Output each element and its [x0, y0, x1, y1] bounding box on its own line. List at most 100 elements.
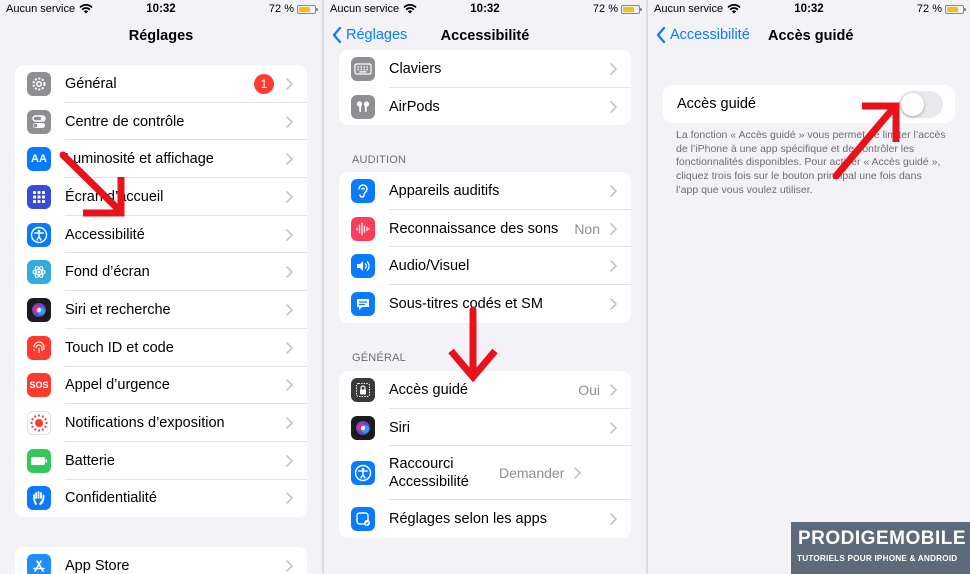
battery-status: 72 % — [916, 3, 966, 15]
chevron-right-icon — [286, 341, 293, 354]
appstore-icon — [27, 553, 51, 574]
prodigemobile-logo: PRODIGEMOBILE TUTORIELS POUR IPHONE & AN… — [791, 522, 970, 574]
battery-icon — [945, 4, 966, 14]
speaker-eye-icon — [351, 254, 375, 279]
row-label: Confidentialité — [65, 490, 157, 507]
row-label: Audio/Visuel — [389, 258, 470, 275]
airpods-icon — [351, 94, 375, 119]
battery-icon — [297, 4, 318, 14]
battery-percent: 72 % — [268, 3, 294, 15]
row-label: Fond d’écran — [65, 264, 150, 281]
chevron-left-icon — [656, 27, 666, 43]
settings-row-claviers[interactable]: Claviers — [339, 50, 631, 88]
accessibility-panel: Aucun service 10:32 72 % Réglages Access… — [324, 0, 646, 574]
chevron-right-icon — [286, 454, 293, 467]
chevron-right-icon — [286, 78, 293, 90]
settings-list-audition: Appareils auditifs Reconnaissance des son… — [339, 172, 631, 323]
chevron-right-icon — [574, 467, 582, 480]
nav-bar: Réglages Accessibilité — [324, 20, 646, 54]
row-value: Demander — [499, 465, 565, 482]
settings-list: Général 1 Centre de contrôle AA Luminosité e… — [15, 65, 307, 518]
settings-row-batterie[interactable]: Batterie — [15, 442, 307, 480]
section-header-audition: AUDITION — [352, 154, 407, 166]
row-label: Luminosité et affichage — [65, 151, 214, 168]
settings-row-audio-visuel[interactable]: Audio/Visuel — [339, 247, 631, 285]
settings-panel: Aucun service 10:32 72 % Réglages Généra… — [0, 0, 322, 574]
settings-row-fond-d-ecran[interactable]: Fond d’écran — [15, 253, 307, 291]
settings-row-accessibilite[interactable]: Accessibilité — [15, 216, 307, 254]
settings-row-reconnaissance-des-sons[interactable]: Reconnaissance des sons Non — [339, 210, 631, 248]
row-label: Écran d’accueil — [65, 188, 164, 205]
battery-status: 72 % — [268, 3, 318, 15]
row-label: App Store — [65, 557, 130, 574]
back-button[interactable]: Accessibilité — [656, 27, 750, 43]
settings-row-confidentialite[interactable]: Confidentialité — [15, 480, 307, 518]
logo-brand: PRODIGEMOBILE — [798, 528, 967, 549]
settings-row-siri-et-recherche[interactable]: Siri et recherche — [15, 291, 307, 329]
status-bar: Aucun service 10:32 72 % — [324, 0, 646, 20]
row-label: Batterie — [65, 452, 115, 469]
row-label: Appel d’urgence — [65, 377, 170, 394]
chevron-right-icon — [286, 560, 293, 572]
settings-row-airpods[interactable]: AirPods — [339, 88, 631, 126]
settings-row-acces-guide[interactable]: Accès guidé Oui — [339, 371, 631, 409]
app-settings-icon — [351, 507, 375, 532]
sound-wave-icon — [351, 216, 375, 241]
exposure-icon — [27, 411, 51, 436]
guided-access-toggle[interactable] — [899, 90, 943, 118]
row-label: Réglages selon les apps — [389, 511, 547, 528]
settings-row-centre-de-controle[interactable]: Centre de contrôle — [15, 103, 307, 141]
lock-icon — [351, 377, 375, 402]
chevron-right-icon — [286, 304, 293, 316]
settings-row-luminosite-et-affichage[interactable]: AA Luminosité et affichage — [15, 140, 307, 178]
row-label: AirPods — [389, 98, 440, 115]
flower-icon — [27, 260, 51, 285]
row-label: Sous-titres codés et SM — [389, 295, 543, 312]
row-label: Accès guidé — [389, 381, 468, 398]
battery-status: 72 % — [593, 3, 642, 15]
settings-row-app-store[interactable]: App Store — [15, 547, 307, 574]
settings-row-ecran-d-accueil[interactable]: Écran d’accueil — [15, 178, 307, 216]
sos-icon: SOS — [27, 373, 51, 398]
settings-row-appareils-auditifs[interactable]: Appareils auditifs — [339, 172, 631, 210]
guided-access-settings: Accès guidé — [663, 85, 955, 123]
siri-icon — [351, 415, 375, 440]
battery-icon — [27, 448, 51, 473]
chevron-right-icon — [610, 185, 617, 197]
chevron-right-icon — [286, 115, 293, 128]
chevron-right-icon — [286, 417, 293, 429]
chevron-right-icon — [286, 492, 293, 505]
row-label: Reconnaissance des sons — [389, 220, 559, 237]
chevron-right-icon — [610, 260, 617, 273]
row-value: Oui — [578, 381, 600, 398]
text-size-icon: AA — [27, 147, 51, 172]
guided-access-description: La fonction « Accès guidé » vous permet … — [676, 129, 946, 196]
settings-row-raccourci-accessibilite[interactable]: Raccourci Accessibilité Demander — [339, 446, 631, 501]
settings-list-apps: App Store — [15, 547, 307, 574]
back-label: Accessibilité — [670, 27, 750, 43]
row-label: Siri et recherche — [65, 301, 171, 318]
row-label: Notifications d’exposition — [65, 415, 225, 432]
chevron-right-icon — [286, 266, 293, 279]
accessibility-icon — [351, 461, 375, 486]
row-label: Centre de contrôle — [65, 113, 185, 130]
fingerprint-icon — [27, 335, 51, 360]
settings-row-appel-d-urgence[interactable]: SOS Appel d’urgence — [15, 367, 307, 405]
settings-row-notifications-d-exposition[interactable]: Notifications d’exposition — [15, 404, 307, 442]
home-grid-icon — [27, 184, 51, 209]
hand-icon — [27, 486, 51, 511]
chevron-right-icon — [286, 228, 293, 241]
settings-row-sous-titres-codes-et-sm[interactable]: Sous-titres codés et SM — [339, 285, 631, 323]
settings-row-touch-id-et-code[interactable]: Touch ID et code — [15, 329, 307, 367]
battery-percent: 72 % — [916, 3, 942, 15]
chevron-right-icon — [286, 153, 293, 166]
settings-row-general[interactable]: Général 1 — [15, 65, 307, 103]
nav-bar: Accessibilité Accès guidé — [648, 20, 970, 54]
guided-access-row: Accès guidé — [663, 85, 955, 123]
logo-tagline: TUTORIELS POUR IPHONE & ANDROID — [797, 554, 958, 563]
settings-row-reglages-selon-les-apps[interactable]: Réglages selon les apps — [339, 500, 631, 538]
settings-row-siri[interactable]: Siri — [339, 409, 631, 447]
gear-icon — [27, 71, 51, 96]
chevron-right-icon — [610, 63, 617, 75]
page-title: Accessibilité — [440, 28, 530, 44]
